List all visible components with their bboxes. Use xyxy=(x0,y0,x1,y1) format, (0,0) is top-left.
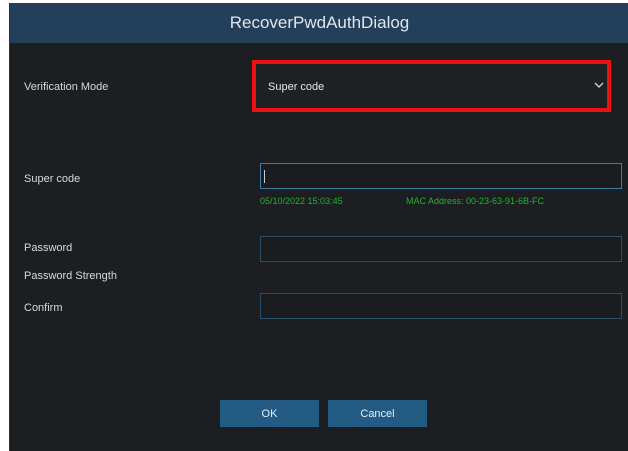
super-code-label: Super code xyxy=(24,173,81,185)
verification-mode-label: Verification Mode xyxy=(24,81,109,93)
password-input[interactable] xyxy=(260,236,622,262)
date-time-text: 05/10/2022 15:03:45 xyxy=(260,196,343,206)
confirm-input[interactable] xyxy=(260,293,622,319)
confirm-label: Confirm xyxy=(24,302,63,314)
ok-button[interactable]: OK xyxy=(220,400,319,427)
verification-mode-value: Super code xyxy=(268,81,325,93)
mac-address-text: MAC Address: 00-23-63-91-6B-FC xyxy=(406,196,545,206)
recover-password-dialog: RecoverPwdAuthDialog Verification Mode S… xyxy=(9,3,628,451)
dialog-title-bar: RecoverPwdAuthDialog xyxy=(10,3,628,43)
password-label: Password xyxy=(24,242,73,254)
dialog-title: RecoverPwdAuthDialog xyxy=(229,13,410,32)
password-strength-label: Password Strength xyxy=(24,270,117,282)
verification-mode-select[interactable]: Super code xyxy=(252,60,611,112)
cancel-button[interactable]: Cancel xyxy=(328,400,427,427)
chevron-down-icon xyxy=(592,76,606,94)
text-caret xyxy=(264,170,265,183)
super-code-input[interactable] xyxy=(260,163,622,189)
